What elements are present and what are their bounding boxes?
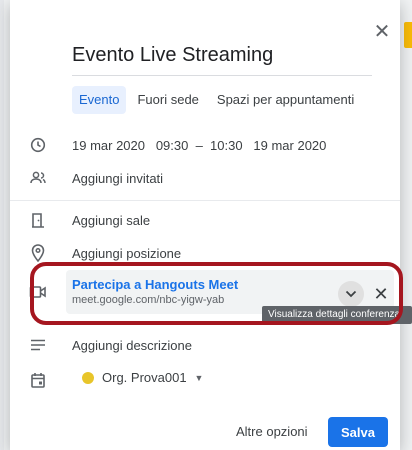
add-guests-field[interactable]: Aggiungi invitati bbox=[72, 171, 163, 186]
event-datetime[interactable]: 19 mar 2020 09:30 – 10:30 19 mar 2020 bbox=[72, 138, 326, 153]
background-strip bbox=[0, 0, 4, 450]
clock-icon bbox=[28, 135, 48, 155]
event-type-tabs: Evento Fuori sede Spazi per appuntamenti bbox=[72, 86, 361, 114]
highlight-annotation-box bbox=[30, 262, 403, 325]
caret-down-icon: ▼ bbox=[194, 372, 204, 383]
add-location-field[interactable]: Aggiungi posizione bbox=[72, 246, 181, 261]
close-dialog-button[interactable]: ✕ bbox=[370, 20, 394, 44]
event-dialog: ✕ Evento Live Streaming Evento Fuori sed… bbox=[10, 0, 400, 450]
location-pin-icon bbox=[28, 243, 48, 263]
people-icon bbox=[28, 168, 48, 188]
calendar-row bbox=[10, 368, 400, 392]
add-description-field[interactable]: Aggiungi descrizione bbox=[72, 338, 192, 353]
tab-spazi-appuntamenti[interactable]: Spazi per appuntamenti bbox=[210, 86, 361, 114]
more-options-button[interactable]: Altre opzioni bbox=[236, 424, 308, 439]
tab-fuori-sede[interactable]: Fuori sede bbox=[130, 86, 205, 114]
divider bbox=[10, 200, 400, 201]
door-icon bbox=[28, 210, 48, 230]
calendar-name: Org. Prova001 bbox=[102, 370, 187, 385]
save-button[interactable]: Salva bbox=[328, 417, 388, 447]
rooms-row: Aggiungi sale bbox=[10, 208, 400, 232]
background-event-accent bbox=[404, 22, 412, 48]
guests-row: Aggiungi invitati bbox=[10, 166, 400, 190]
tab-evento[interactable]: Evento bbox=[72, 86, 127, 114]
description-icon bbox=[28, 335, 48, 355]
description-row: Aggiungi descrizione bbox=[10, 333, 400, 357]
event-title-input[interactable]: Evento Live Streaming bbox=[72, 38, 372, 76]
calendar-color-dot bbox=[82, 371, 94, 384]
calendar-selector[interactable]: Org. Prova001 ▼ bbox=[82, 370, 203, 385]
add-rooms-field[interactable]: Aggiungi sale bbox=[72, 213, 150, 228]
datetime-row: 19 mar 2020 09:30 – 10:30 19 mar 2020 bbox=[10, 133, 400, 157]
calendar-icon bbox=[28, 370, 48, 390]
